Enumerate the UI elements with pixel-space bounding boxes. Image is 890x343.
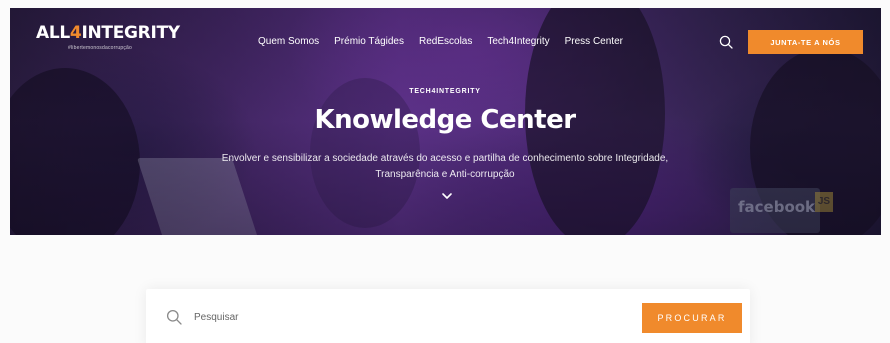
page: facebook JS ALL4INTEGRITY #libertemonosd… (0, 0, 890, 343)
nav-item-redescolas[interactable]: RedEscolas (419, 36, 472, 47)
nav-item-quem-somos[interactable]: Quem Somos (258, 36, 319, 47)
hero-subtitle-line-2: Transparência e Anti-corrupção (375, 169, 515, 180)
search-icon[interactable] (719, 35, 733, 49)
page-title: Knowledge Center (314, 105, 576, 135)
search-button[interactable]: PROCURAR (642, 303, 742, 333)
logo-text-prefix: ALL (36, 23, 70, 43)
hero-subtitle-line-1: Envolver e sensibilizar a sociedade atra… (221, 153, 669, 164)
search-input[interactable] (194, 308, 494, 326)
site-logo[interactable]: ALL4INTEGRITY (36, 23, 180, 43)
main-navigation: Quem Somos Prémio Tágides RedEscolas Tec… (258, 36, 638, 47)
join-us-button[interactable]: JUNTA-TE A NÓS (748, 30, 863, 54)
logo-text-suffix: INTEGRITY (81, 23, 180, 43)
hero-eyebrow: TECH4INTEGRITY (409, 88, 481, 95)
logo-tagline: #libertemonosdacorrupção (68, 45, 133, 51)
search-bar: PROCURAR (146, 289, 750, 343)
search-icon (166, 309, 182, 325)
nav-item-premio-tagides[interactable]: Prémio Tágides (334, 36, 404, 47)
logo-text-accent: 4 (69, 23, 82, 43)
hero-subtitle: Envolver e sensibilizar a sociedade atra… (0, 151, 890, 183)
nav-item-press-center[interactable]: Press Center (565, 36, 623, 47)
chevron-down-icon[interactable] (441, 191, 453, 201)
nav-item-tech4integrity[interactable]: Tech4Integrity (487, 36, 549, 47)
